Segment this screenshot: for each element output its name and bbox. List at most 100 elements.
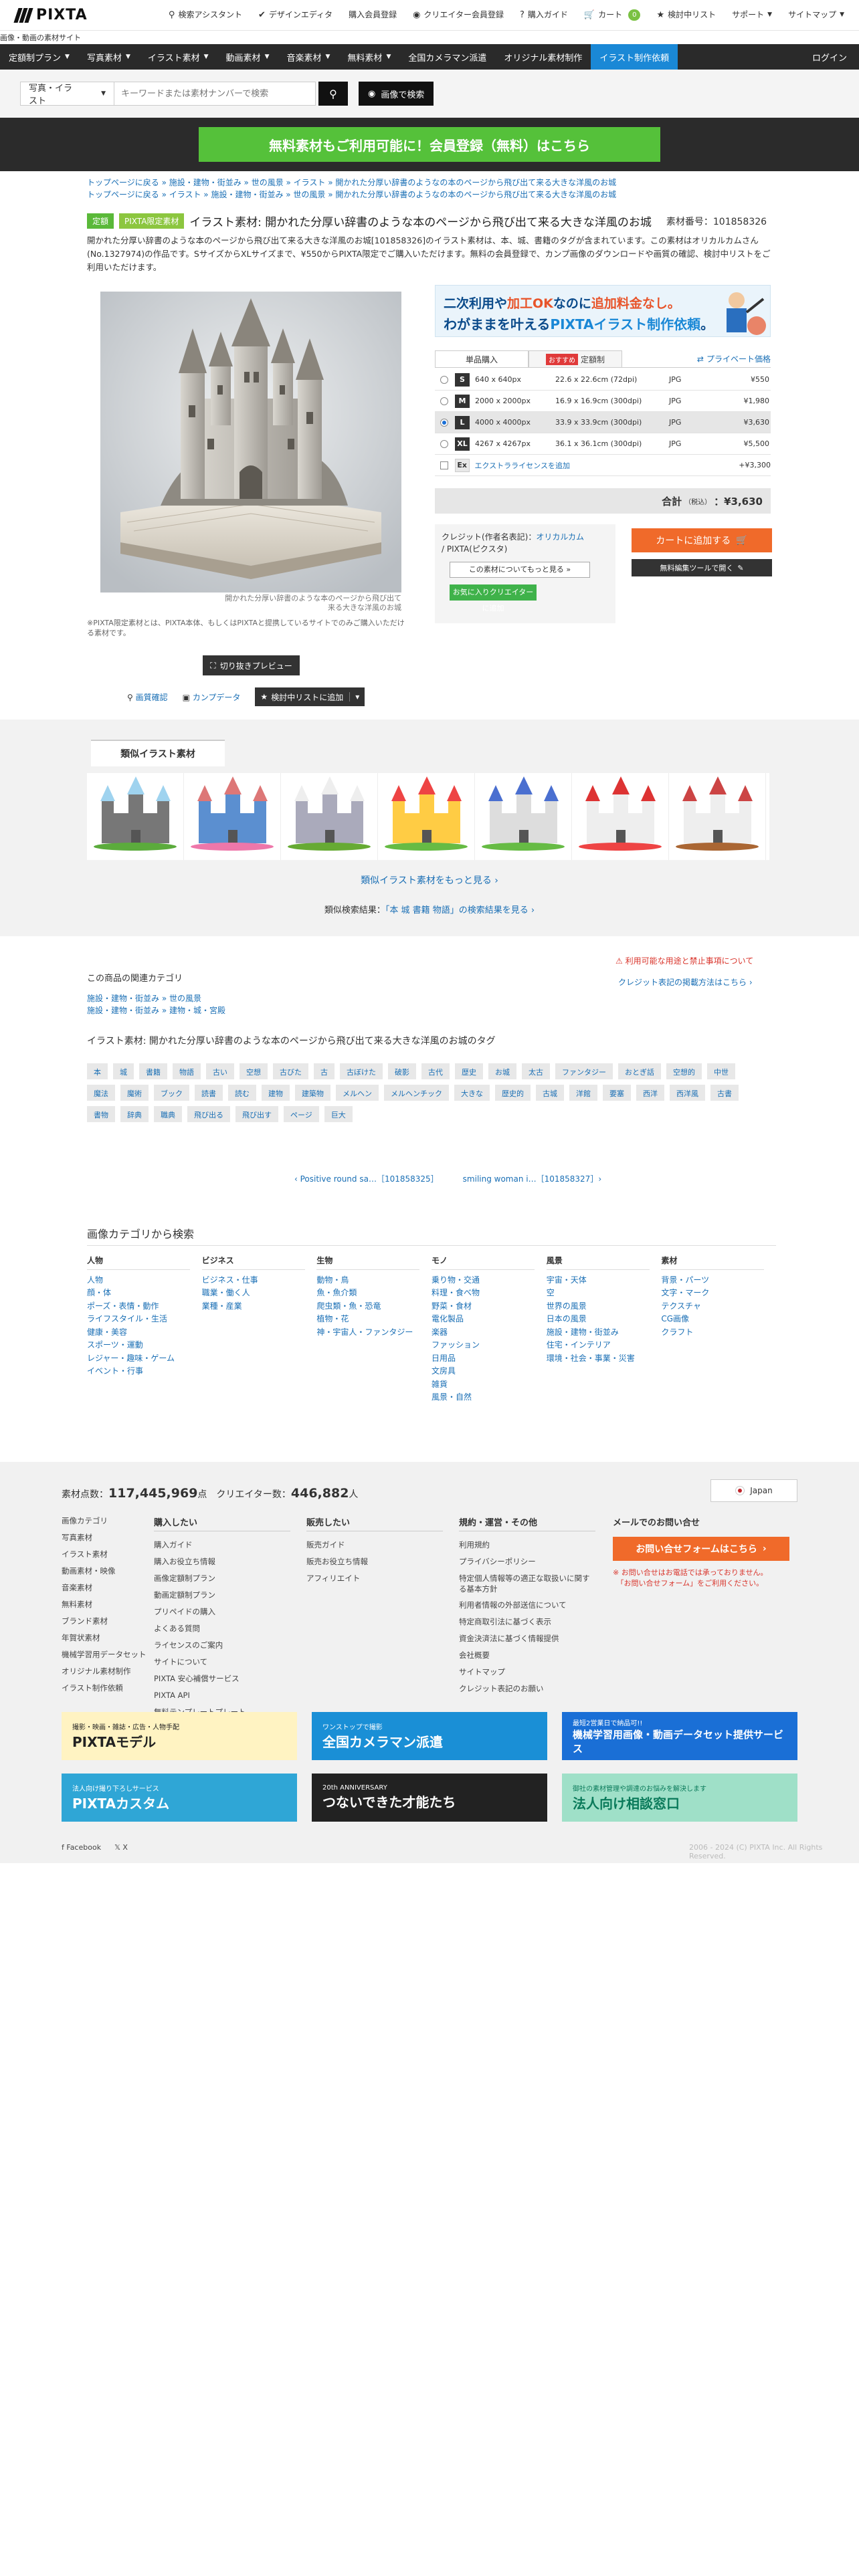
category-link[interactable]: 顔・体 [87,1287,202,1300]
breadcrumb[interactable]: トップページに戻る » イラスト » 施設・建物・街並み » 世の風景 » 開か… [87,189,616,200]
next-item-link[interactable]: smiling woman i…［101858327］› [463,1173,601,1184]
footer-link[interactable]: 動画素材・映像 [62,1563,147,1580]
category-link[interactable]: 雑貨 [432,1378,547,1392]
keyword-tag[interactable]: 読書 [195,1085,223,1101]
footer-ad-banner[interactable]: 最短2営業日で納品可!! 機械学習用画像・動画データセット提供サービス [562,1712,797,1760]
search-button[interactable]: ⚲ [318,82,348,106]
x-link[interactable]: 𝕏 X [114,1843,128,1852]
top-nav-item[interactable]: ◉ クリエイター会員登録 [413,10,504,20]
category-link[interactable]: 文房具 [432,1365,547,1378]
size-row-xl[interactable]: XL 4267 x 4267px 36.1 x 36.1cm (300dpi) JPG… [435,433,771,455]
similar-thumbnail[interactable] [378,773,475,860]
extra-license-link[interactable]: エクストラライセンスを追加 [475,460,732,471]
footer-link[interactable]: サイトマップ [459,1664,595,1681]
category-link[interactable]: 乗り物・交通 [432,1274,547,1287]
keyword-tag[interactable]: メルヘン [336,1085,379,1101]
keyword-tag[interactable]: 歴史的 [495,1085,531,1101]
keyword-tag[interactable]: 書物 [87,1106,115,1122]
footer-ad-banner[interactable]: 20th ANNIVERSARY つないできた才能たち [312,1774,547,1822]
top-nav-item[interactable]: ? 購入ガイド [520,10,568,20]
category-link[interactable]: 空 [547,1287,662,1300]
similar-thumbnail[interactable] [572,773,669,860]
footer-link[interactable]: クレジット表記のお願い [459,1681,595,1697]
nav-video[interactable]: 動画素材 ▼ [217,44,278,70]
keyword-tag[interactable]: 古ぼけた [340,1063,383,1079]
register-button[interactable]: 無料素材もご利用可能に！会員登録（無料）はこちら [199,127,660,162]
category-link[interactable]: 健康・美容 [87,1326,202,1339]
chevron-down-icon[interactable]: ▾ [349,692,359,702]
prev-item-link[interactable]: ‹ Positive round sa…［101858325］ [294,1173,439,1184]
keyword-tag[interactable]: 破影 [388,1063,416,1079]
nav-illust[interactable]: イラスト素材 ▼ [139,44,217,70]
favorite-creator-button[interactable]: お気に入りクリエイターに追加 [450,584,537,613]
keyword-tag[interactable]: 太古 [522,1063,550,1079]
keyword-tag[interactable]: 空想 [240,1063,268,1079]
category-link[interactable]: CG画像 [661,1313,776,1326]
keyword-tag[interactable]: 飛び出す [235,1106,278,1122]
category-link[interactable]: 背景・パーツ [661,1274,776,1287]
size-radio[interactable] [440,418,448,427]
size-radio[interactable] [440,439,448,448]
keyword-tag[interactable]: 本 [87,1063,108,1079]
nav-illust-request[interactable]: イラスト制作依頼 [591,44,678,70]
size-row-l[interactable]: L 4000 x 4000px 33.9 x 33.9cm (300dpi) JPG ¥… [435,412,771,433]
footer-ad-banner[interactable]: 撮影・映画・雑誌・広告・人物手配 PIXTAモデル [62,1712,297,1760]
extra-license-checkbox[interactable] [440,461,448,469]
category-link[interactable]: スポーツ・運動 [87,1339,202,1352]
footer-link[interactable]: サイトについて [154,1654,246,1671]
category-link[interactable]: 住宅・インテリア [547,1339,662,1352]
footer-link[interactable]: 無料素材 [62,1596,147,1613]
keyword-tag[interactable]: 洋館 [569,1085,597,1101]
footer-link[interactable]: イラスト素材 [62,1546,147,1563]
nav-subscription[interactable]: 定額制プラン ▼ [0,44,78,70]
related-category-link[interactable]: 施設・建物・街並み » 世の風景 [87,992,225,1004]
category-link[interactable]: 日用品 [432,1352,547,1366]
illust-request-banner[interactable]: 二次利用や加工OKなのに追加料金なし。 わがままを叶えるPIXTAイラスト制作依… [435,285,771,337]
size-row-s[interactable]: S 640 x 640px 22.6 x 22.6cm (72dpi) JPG ¥550 [435,369,771,391]
category-link[interactable]: 電化製品 [432,1313,547,1326]
keyword-tag[interactable]: お城 [488,1063,516,1079]
main-image[interactable] [100,292,401,593]
footer-ad-banner[interactable]: ワンストップで撮影 全国カメラマン派遣 [312,1712,547,1760]
contact-form-button[interactable]: お問い合せフォームはこちら › [613,1537,789,1561]
image-search-button[interactable]: ◉ 画像で検索 [359,82,434,106]
keyword-tag[interactable]: 物語 [173,1063,201,1079]
similar-thumbnail[interactable] [669,773,766,860]
footer-ad-banner[interactable]: 法人向け撮り下ろしサービス PIXTAカスタム [62,1774,297,1822]
breadcrumb[interactable]: トップページに戻る » 施設・建物・街並み » 世の風景 » イラスト » 開か… [87,177,616,188]
category-link[interactable]: 爬虫類・魚・恐竜 [316,1300,432,1313]
credit-method-link[interactable]: クレジット表記の掲載方法はこちら › [618,976,753,988]
keyword-tag[interactable]: 大きな [454,1085,490,1101]
facebook-link[interactable]: f Facebook [62,1843,101,1852]
category-link[interactable]: ファッション [432,1339,547,1352]
footer-link[interactable]: アフィリエイト [306,1570,368,1587]
size-row-m[interactable]: M 2000 x 2000px 16.9 x 16.9cm (300dpi) JPG ¥… [435,391,771,412]
footer-link[interactable]: 画像カテゴリ [62,1513,147,1529]
category-link[interactable]: 動物・鳥 [316,1274,432,1287]
category-link[interactable]: レジャー・趣味・ゲーム [87,1352,202,1366]
category-link[interactable]: 野菜・食材 [432,1300,547,1313]
top-nav-item[interactable]: サポート ▼ [732,10,772,20]
size-radio[interactable] [440,397,448,405]
similar-thumbnail[interactable] [184,773,281,860]
keyword-tag[interactable]: 中世 [707,1063,735,1079]
category-link[interactable]: 神・宇宙人・ファンタジー [316,1326,432,1339]
category-link[interactable]: 風景・自然 [432,1391,547,1404]
extra-license-row[interactable]: Ex エクストラライセンスを追加 +¥3,300 [435,455,771,476]
category-link[interactable]: 人物 [87,1274,202,1287]
category-link[interactable]: 文字・マーク [661,1287,776,1300]
footer-link[interactable]: プリペイドの購入 [154,1604,246,1620]
footer-link[interactable]: 音楽素材 [62,1580,147,1596]
keyword-tag[interactable]: 魔術 [120,1085,149,1101]
usage-warning-link[interactable]: ⚠ 利用可能な用途と禁止事項について [615,955,753,966]
top-nav-item[interactable]: ✔ デザインエディタ [258,10,332,20]
footer-link[interactable]: PIXTA API [154,1687,246,1704]
tab-subscription[interactable]: おすすめ 定額制 [529,350,622,367]
keyword-tag[interactable]: 古書 [710,1085,739,1101]
nav-music[interactable]: 音楽素材 ▼ [278,44,339,70]
footer-link[interactable]: 利用規約 [459,1537,595,1553]
nav-free[interactable]: 無料素材 ▼ [339,44,399,70]
nav-original[interactable]: オリジナル素材制作 [495,44,591,70]
footer-link[interactable]: オリジナル素材制作 [62,1663,147,1680]
similar-thumbnail[interactable] [281,773,378,860]
